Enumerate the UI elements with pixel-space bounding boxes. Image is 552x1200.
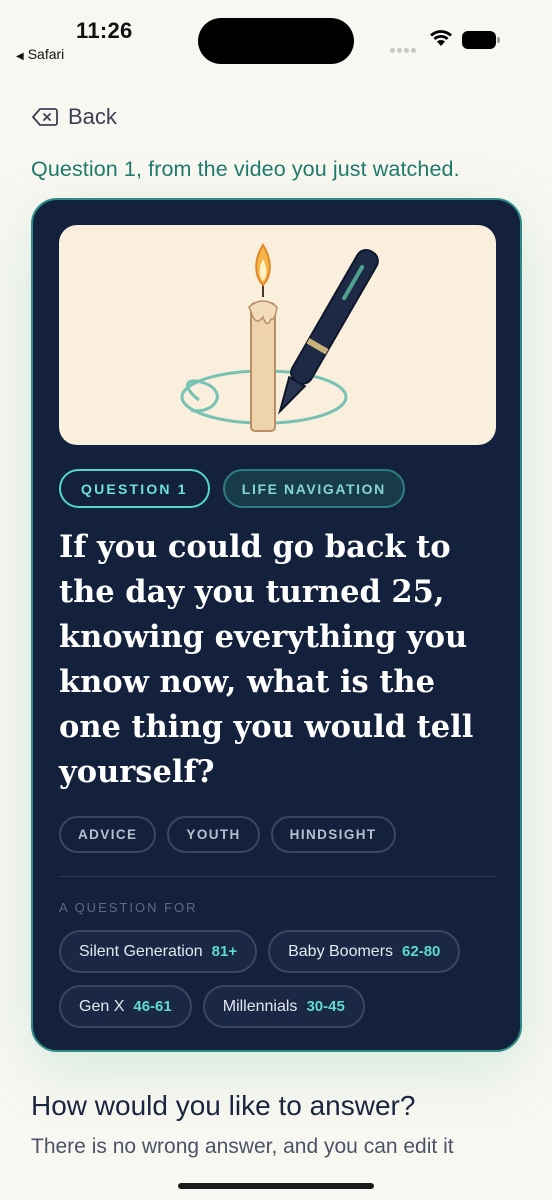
generation-age-range: 30-45 bbox=[306, 998, 345, 1015]
generation-age-range: 62-80 bbox=[402, 943, 441, 960]
status-bar: 11:26 ◀ Safari bbox=[0, 0, 552, 80]
cellular-signal-icon bbox=[390, 40, 422, 53]
topic-tag: HINDSIGHT bbox=[270, 816, 396, 853]
candle-and-pen-illustration bbox=[59, 225, 496, 445]
generation-name: Gen X bbox=[79, 997, 125, 1015]
question-tags: QUESTION 1 LIFE NAVIGATION bbox=[59, 469, 405, 508]
back-button[interactable]: Back bbox=[32, 102, 117, 132]
back-to-safari-link[interactable]: ◀ Safari bbox=[16, 46, 64, 62]
generation-chip: Baby Boomers 62-80 bbox=[268, 930, 461, 973]
category-tag: LIFE NAVIGATION bbox=[222, 469, 405, 508]
generation-chip: Gen X 46-61 bbox=[59, 985, 192, 1028]
back-triangle-icon: ◀ bbox=[16, 51, 24, 62]
dynamic-island bbox=[198, 18, 354, 64]
battery-icon bbox=[462, 31, 500, 49]
answer-heading: How would you like to answer? bbox=[31, 1090, 416, 1121]
generation-chip: Silent Generation 81+ bbox=[59, 930, 258, 973]
generation-name: Silent Generation bbox=[79, 942, 203, 960]
question-number-tag: QUESTION 1 bbox=[59, 469, 210, 508]
backspace-icon bbox=[32, 108, 58, 126]
illustration-art bbox=[180, 243, 379, 432]
wifi-icon bbox=[430, 30, 452, 46]
audience-label: A QUESTION FOR bbox=[59, 900, 198, 915]
back-label: Back bbox=[68, 104, 117, 129]
generation-age-range: 46-61 bbox=[133, 998, 172, 1015]
topic-tag: YOUTH bbox=[167, 816, 260, 853]
question-text: If you could go back to the day you turn… bbox=[59, 529, 474, 790]
back-to-app-label: Safari bbox=[27, 46, 65, 62]
generation-chip: Millennials 30-45 bbox=[202, 985, 365, 1028]
home-indicator[interactable] bbox=[178, 1183, 374, 1189]
question-intro: Question 1, from the video you just watc… bbox=[31, 157, 460, 181]
card-divider bbox=[59, 876, 496, 877]
answer-subtitle: There is no wrong answer, and you can ed… bbox=[31, 1135, 454, 1158]
generation-name: Baby Boomers bbox=[288, 942, 394, 960]
status-time: 11:26 bbox=[76, 18, 133, 43]
question-card: QUESTION 1 LIFE NAVIGATION If you could … bbox=[31, 198, 522, 1052]
generation-name: Millennials bbox=[222, 997, 298, 1015]
generation-list: Silent Generation 81+ Baby Boomers 62-80… bbox=[59, 930, 499, 1028]
topic-tags: ADVICE YOUTH HINDSIGHT bbox=[59, 816, 396, 853]
generation-age-range: 81+ bbox=[211, 943, 238, 960]
topic-tag: ADVICE bbox=[59, 816, 157, 853]
